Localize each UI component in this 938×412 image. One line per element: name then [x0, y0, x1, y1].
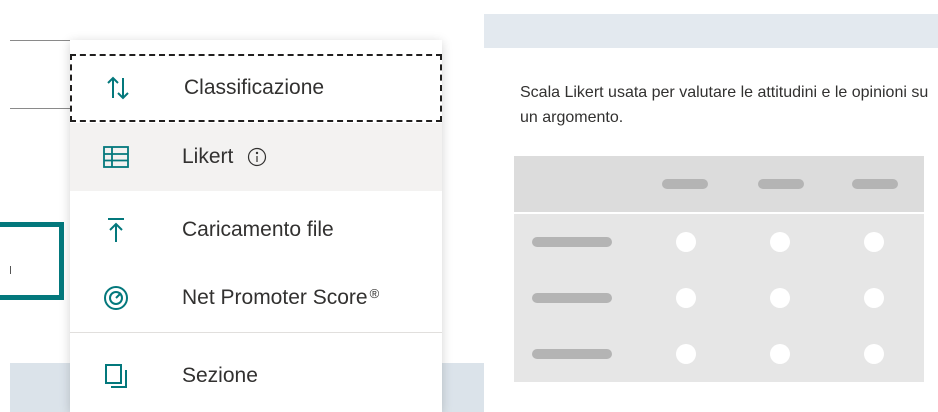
- likert-label: Likert: [182, 145, 234, 168]
- menu-item-label: Classificazione: [184, 76, 325, 99]
- upload-arrow-icon: [102, 216, 130, 244]
- radio-placeholder: [676, 232, 696, 252]
- callout-header-band: [484, 14, 938, 48]
- row-placeholder: [532, 237, 612, 247]
- grid-table-icon: [102, 143, 130, 171]
- likert-row: [514, 214, 924, 270]
- menu-item-label: Caricamento file: [182, 218, 334, 241]
- text-cursor: [10, 266, 11, 274]
- menu-item-section[interactable]: Sezione: [70, 342, 442, 410]
- gauge-icon: [102, 284, 130, 312]
- menu-item-ranking[interactable]: Classificazione: [70, 54, 442, 122]
- radio-placeholder: [770, 232, 790, 252]
- row-placeholder: [532, 349, 612, 359]
- radio-placeholder: [770, 288, 790, 308]
- likert-preview-illustration: [514, 156, 924, 382]
- radio-placeholder: [864, 232, 884, 252]
- menu-item-likert[interactable]: Likert: [70, 123, 442, 191]
- menu-item-label-likert: Likert: [182, 145, 267, 169]
- likert-header-row: [514, 156, 924, 212]
- radio-placeholder: [676, 288, 696, 308]
- radio-placeholder: [770, 344, 790, 364]
- radio-placeholder: [676, 344, 696, 364]
- radio-placeholder: [864, 288, 884, 308]
- info-icon[interactable]: [247, 147, 267, 167]
- menu-item-file-upload[interactable]: Caricamento file: [70, 196, 442, 264]
- radio-placeholder: [864, 344, 884, 364]
- menu-item-label: Sezione: [182, 364, 258, 387]
- column-placeholder: [758, 179, 804, 189]
- column-placeholder: [662, 179, 708, 189]
- focused-input-box[interactable]: [0, 222, 64, 300]
- menu-item-label-nps: Net Promoter Score ®: [182, 286, 379, 310]
- sort-arrows-icon: [104, 74, 132, 102]
- form-field-underline-2: [10, 108, 70, 109]
- row-placeholder: [532, 293, 612, 303]
- column-placeholder: [852, 179, 898, 189]
- menu-item-net-promoter-score[interactable]: Net Promoter Score ®: [70, 264, 442, 332]
- registered-mark: ®: [369, 285, 380, 301]
- section-pages-icon: [102, 362, 130, 390]
- likert-row: [514, 270, 924, 326]
- likert-description: Scala Likert usata per valutare le attit…: [520, 84, 929, 126]
- question-type-menu: Classificazione Likert Caricamento file …: [70, 40, 442, 412]
- nps-label: Net Promoter Score: [182, 286, 368, 309]
- menu-divider: [70, 332, 442, 333]
- likert-row: [514, 326, 924, 382]
